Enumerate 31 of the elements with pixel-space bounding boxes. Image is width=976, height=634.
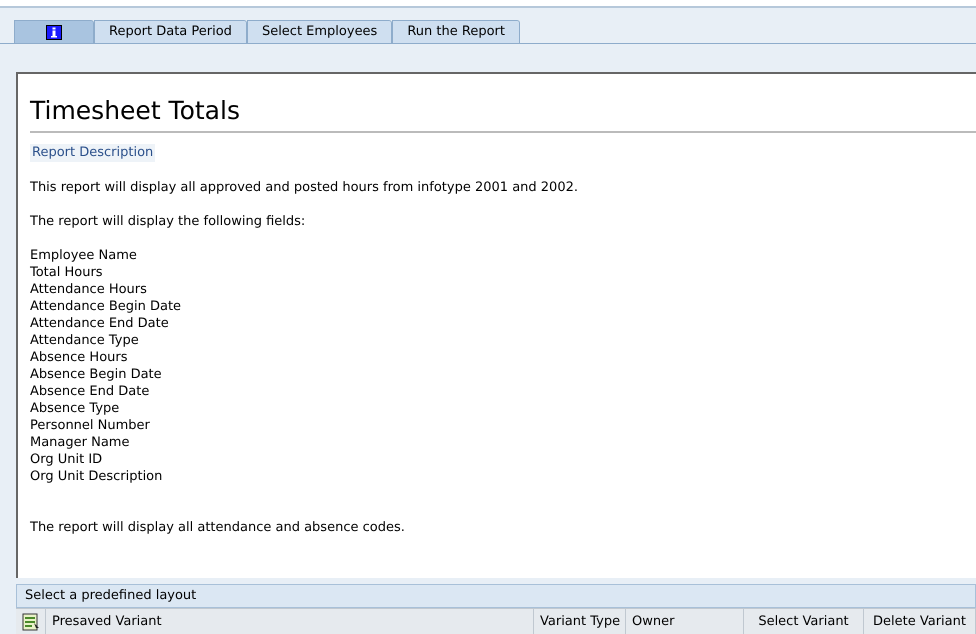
field-name: Attendance Begin Date	[30, 298, 182, 314]
field-name: Org Unit Description	[30, 468, 164, 484]
field-name: Org Unit ID	[30, 450, 104, 468]
column-header: Owner	[626, 609, 744, 634]
field-name: Manager Name	[30, 434, 130, 450]
field-name: Attendance Type	[30, 332, 140, 348]
column-header: Select Variant	[744, 609, 864, 634]
layout-panel-title: Select a predefined layout	[16, 584, 976, 608]
column-header: Presaved Variant	[46, 609, 534, 634]
column-header: Variant Type	[534, 609, 626, 634]
info-icon	[46, 24, 62, 40]
field-name: Absence Hours	[30, 348, 129, 366]
tab[interactable]: Select Employees	[246, 20, 392, 43]
field-name: Total Hours	[30, 264, 104, 280]
field-name: Employee Name	[30, 246, 138, 264]
field-name: Absence Begin Date	[30, 366, 163, 382]
field-name: Personnel Number	[30, 416, 151, 434]
section-heading: Report Description	[30, 144, 156, 162]
closing-text: The report will display all attendance and absence codes.	[30, 518, 406, 536]
field-name: Attendance Hours	[30, 280, 148, 298]
tab[interactable]: Run the Report	[392, 20, 520, 43]
tab[interactable]	[14, 20, 94, 43]
field-name: Absence Type	[30, 400, 120, 416]
field-name: Attendance End Date	[30, 314, 170, 332]
column-header: Delete Variant	[864, 609, 976, 634]
field-name: Absence End Date	[30, 382, 150, 400]
document-icon	[22, 612, 40, 630]
tab[interactable]: Report Data Period	[94, 20, 247, 43]
report-title: Timesheet Totals	[30, 95, 241, 127]
intro-text: This report will display all approved and posted hours from infotype 2001 and 2002.	[30, 178, 579, 196]
fields-heading: The report will display the following fields:	[30, 212, 306, 230]
